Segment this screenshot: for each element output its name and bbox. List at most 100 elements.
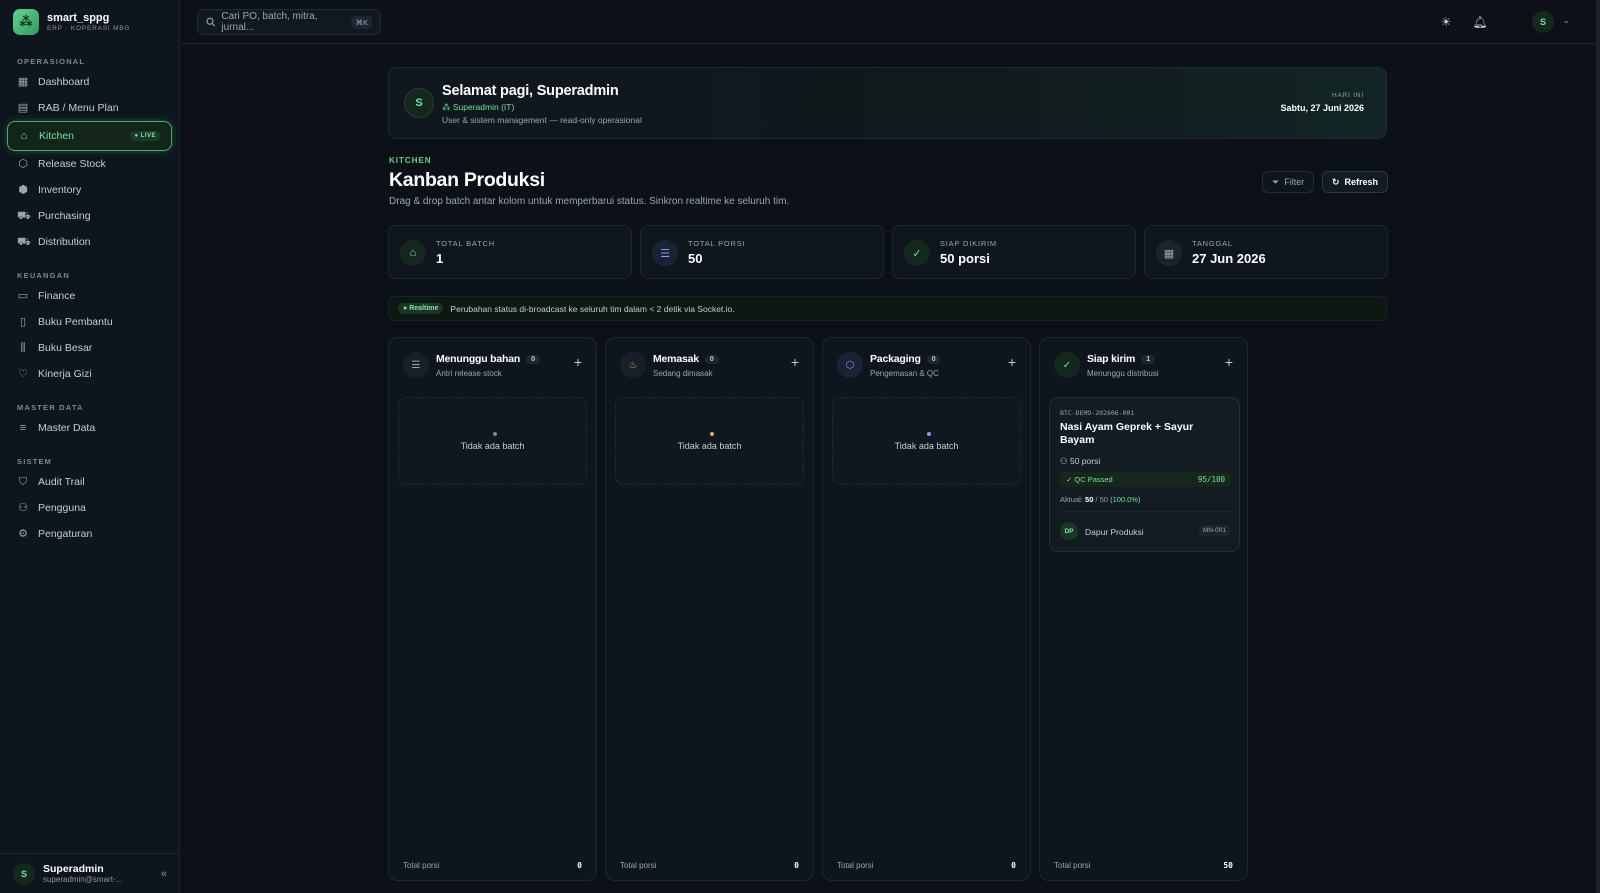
column-title: Menunggu bahan 0 — [436, 353, 540, 365]
greeting-card: S Selamat pagi, Superadmin ⁂ Superadmin … — [388, 67, 1387, 139]
live-badge: LIVE — [129, 131, 161, 141]
qc-score: 95/100 — [1197, 475, 1225, 484]
calendar-icon: ▦ — [1156, 240, 1182, 266]
brand-subtitle: ERP · KOPERASI MBG — [47, 24, 131, 32]
status-dot — [710, 432, 714, 436]
wallet-icon: ▭ — [17, 290, 29, 302]
avatar: S — [404, 88, 434, 118]
kanban-column-menunggu-bahan[interactable]: ☰ Menunggu bahan 0 Antri release stock + … — [388, 337, 597, 881]
brand-logo-icon: ⁂ — [13, 9, 39, 35]
users-icon: ⚇ — [1060, 456, 1070, 466]
column-footer: Total porsi 0 — [837, 861, 1016, 870]
sidebar-item-finance[interactable]: ▭ Finance — [0, 283, 179, 309]
sidebar-item-purchasing[interactable]: ⛟ Purchasing — [0, 203, 179, 229]
refresh-icon: ↻ — [1332, 176, 1340, 187]
chevron-down-icon[interactable]: ⌄ — [1562, 15, 1570, 26]
column-subtitle: Sedang dimasak — [653, 369, 713, 378]
sidebar-item-label: Distribution — [38, 236, 91, 248]
add-batch-button[interactable]: + — [1008, 354, 1016, 370]
sidebar-item-label: Audit Trail — [38, 476, 85, 488]
kanban-column-memasak[interactable]: ♨ Memasak 0 Sedang dimasak + Tidak ada ba… — [605, 337, 814, 881]
column-footer: Total porsi 0 — [620, 861, 799, 870]
search-input[interactable]: Cari PO, batch, mitra, jurnal... ⌘K — [197, 9, 381, 35]
filter-icon: ⏷ — [1272, 176, 1280, 187]
kanban-column-packaging[interactable]: ⬡ Packaging 0 Pengemasan & QC + Tidak ada… — [822, 337, 1031, 881]
column-count: 1 — [1141, 355, 1155, 364]
sidebar-user[interactable]: S Superadmin superadmin@smart-... « — [0, 853, 180, 893]
sidebar-item-audit-trail[interactable]: ⛉ Audit Trail — [0, 469, 179, 495]
sidebar-item-label: Pengguna — [38, 502, 86, 514]
sidebar-item-label: Finance — [38, 290, 76, 302]
realtime-text: Perubahan status di-broadcast ke seluruh… — [450, 303, 735, 314]
greeting-desc: User & sistem management — read-only ope… — [442, 115, 642, 125]
column-title: Siap kirim 1 — [1087, 353, 1155, 365]
flame-icon: ♨ — [620, 352, 646, 378]
topbar: Cari PO, batch, mitra, jurnal... ⌘K ☀ 🔔︎… — [181, 0, 1600, 44]
status-dot — [927, 432, 931, 436]
check-circle-icon: ✓ — [1054, 352, 1080, 378]
add-batch-button[interactable]: + — [574, 354, 582, 370]
list-checks-icon: ☰ — [403, 352, 429, 378]
user-name: Superadmin — [43, 862, 104, 875]
column-subtitle: Menunggu distribusi — [1087, 369, 1159, 378]
library-icon: ⫼ — [20, 342, 26, 354]
sidebar-item-label: Master Data — [38, 422, 96, 434]
brand-name: smart_sppg — [47, 11, 110, 24]
qc-label: ✓ QC Passed — [1066, 475, 1113, 484]
sidebar-item-kitchen[interactable]: ⌂ Kitchen LIVE — [7, 121, 172, 151]
nav-section-master-data: MASTER DATA — [17, 403, 84, 412]
batch-card[interactable]: BTC-DEMO-202606-001 Nasi Ayam Geprek + S… — [1049, 397, 1240, 552]
column-count: 0 — [704, 355, 719, 364]
grid-icon: ▦ — [17, 76, 29, 88]
greeting-title: Selamat pagi, Superadmin — [442, 83, 619, 99]
today-label: HARI INI — [1331, 92, 1364, 99]
sidebar-item-kinerja-gizi[interactable]: ♡ Kinerja Gizi — [0, 361, 179, 387]
add-batch-button[interactable]: + — [791, 354, 799, 370]
sun-icon[interactable]: ☀ — [1437, 13, 1455, 31]
refresh-button[interactable]: ↻ Refresh — [1322, 171, 1389, 193]
nav-section-sistem: SISTEM — [17, 457, 53, 466]
brand[interactable]: ⁂ smart_sppg ERP · KOPERASI MBG — [0, 0, 179, 44]
column-title: Packaging 0 — [870, 353, 941, 365]
sidebar-item-buku-pembantu[interactable]: ▯ Buku Pembantu — [0, 309, 179, 335]
shortcut-hint: ⌘K — [351, 15, 372, 29]
footer-value: 50 — [1223, 861, 1233, 870]
page-title: Kanban Produksi — [389, 169, 545, 191]
sidebar-item-label: Buku Pembantu — [38, 316, 113, 328]
cart-icon: ⛟ — [17, 210, 31, 222]
sidebar-item-buku-besar[interactable]: ⫼ Buku Besar — [0, 335, 179, 361]
heart-pulse-icon: ♡ — [18, 368, 28, 380]
filter-button[interactable]: ⏷ Filter — [1262, 171, 1315, 193]
avatar[interactable]: S — [1532, 11, 1554, 33]
sidebar-item-distribution[interactable]: ⛟ Distribution — [0, 229, 179, 255]
sidebar-item-label: Dashboard — [38, 76, 90, 88]
column-header: ♨ Memasak 0 Sedang dimasak + — [606, 338, 813, 390]
bell-icon[interactable]: 🔔︎ — [1471, 13, 1489, 31]
stat-siap-dikirim: ✓ SIAP DIKIRIM 50 porsi — [892, 225, 1136, 279]
collapse-sidebar-icon[interactable]: « — [161, 868, 167, 880]
page-description: Drag & drop batch antar kolom untuk memp… — [389, 196, 790, 207]
sidebar-item-dashboard[interactable]: ▦ Dashboard — [0, 69, 179, 95]
add-batch-button[interactable]: + — [1225, 354, 1233, 370]
sidebar-item-label: Kitchen — [39, 130, 75, 142]
sidebar-item-rab-menu-plan[interactable]: ▤ RAB / Menu Plan — [0, 95, 179, 121]
column-header: ✓ Siap kirim 1 Menunggu distribusi + — [1040, 338, 1247, 390]
sidebar-item-master-data[interactable]: ≡ Master Data — [0, 415, 179, 441]
scrollbar[interactable] — [1596, 0, 1600, 893]
sidebar-item-inventory[interactable]: ⬢ Inventory — [0, 177, 179, 203]
sidebar-item-label: Release Stock — [38, 158, 106, 170]
stat-value: 27 Jun 2026 — [1192, 251, 1266, 266]
book-open-icon: ▯ — [19, 316, 27, 328]
sidebar-item-label: RAB / Menu Plan — [38, 102, 119, 114]
kanban-column-siap-kirim[interactable]: ✓ Siap kirim 1 Menunggu distribusi + BTC-… — [1039, 337, 1248, 881]
footer-value: 0 — [577, 861, 582, 870]
sidebar-item-release-stock[interactable]: ⬡ Release Stock — [0, 151, 179, 177]
qc-status: ✓ QC Passed 95/100 — [1060, 472, 1231, 487]
sidebar-item-pengguna[interactable]: ⚇ Pengguna — [0, 495, 179, 521]
sidebar-item-pengaturan[interactable]: ⚙ Pengaturan — [0, 521, 179, 547]
nav-section-keuangan: KEUANGAN — [17, 271, 70, 280]
kitchen-avatar: DP — [1060, 522, 1078, 540]
divider — [1060, 511, 1231, 512]
batch-porsi: ⚇ 50 porsi — [1060, 456, 1101, 466]
stat-tanggal: ▦ TANGGAL 27 Jun 2026 — [1144, 225, 1388, 279]
